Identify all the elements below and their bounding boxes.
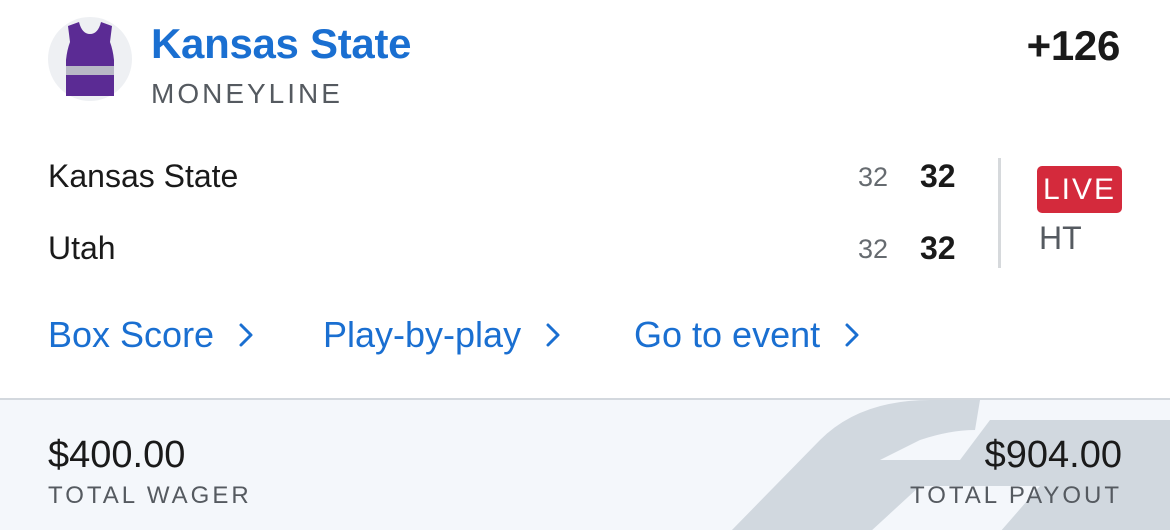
total-payout-amount: $904.00 [984,434,1122,476]
total-score: 32 [920,158,956,194]
bet-market-type: MONEYLINE [151,78,343,109]
team-avatar [48,17,132,101]
team-name: Kansas State [48,158,239,194]
half-score: 32 [858,162,889,192]
bet-odds: +126 [1026,22,1121,69]
scoreboard-row: Kansas State 32 32 [48,158,968,202]
total-score: 32 [920,230,956,266]
game-period: HT [1039,220,1082,256]
link-label: Play-by-play [323,314,522,355]
chevron-right-icon [546,323,560,347]
chevron-right-icon [239,323,253,347]
go-to-event-link[interactable]: Go to event [634,314,860,356]
team-name: Utah [48,230,116,266]
play-by-play-link[interactable]: Play-by-play [323,314,561,356]
half-score: 32 [858,234,889,264]
scoreboard-divider [998,158,1001,268]
live-badge: LIVE [1037,166,1122,213]
total-wager-amount: $400.00 [48,434,186,476]
bet-selection-title[interactable]: Kansas State [151,20,412,68]
link-label: Go to event [634,314,821,355]
bet-summary-footer: $400.00 TOTAL WAGER $904.00 TOTAL PAYOUT [0,398,1170,530]
bet-card: Kansas State MONEYLINE +126 Kansas State… [0,0,1170,530]
jersey-icon [66,22,114,96]
box-score-link[interactable]: Box Score [48,314,254,356]
total-wager-label: TOTAL WAGER [48,482,252,509]
chevron-right-icon [845,323,859,347]
total-payout-label: TOTAL PAYOUT [909,482,1122,509]
scoreboard-row: Utah 32 32 [48,230,968,274]
link-label: Box Score [48,314,215,355]
